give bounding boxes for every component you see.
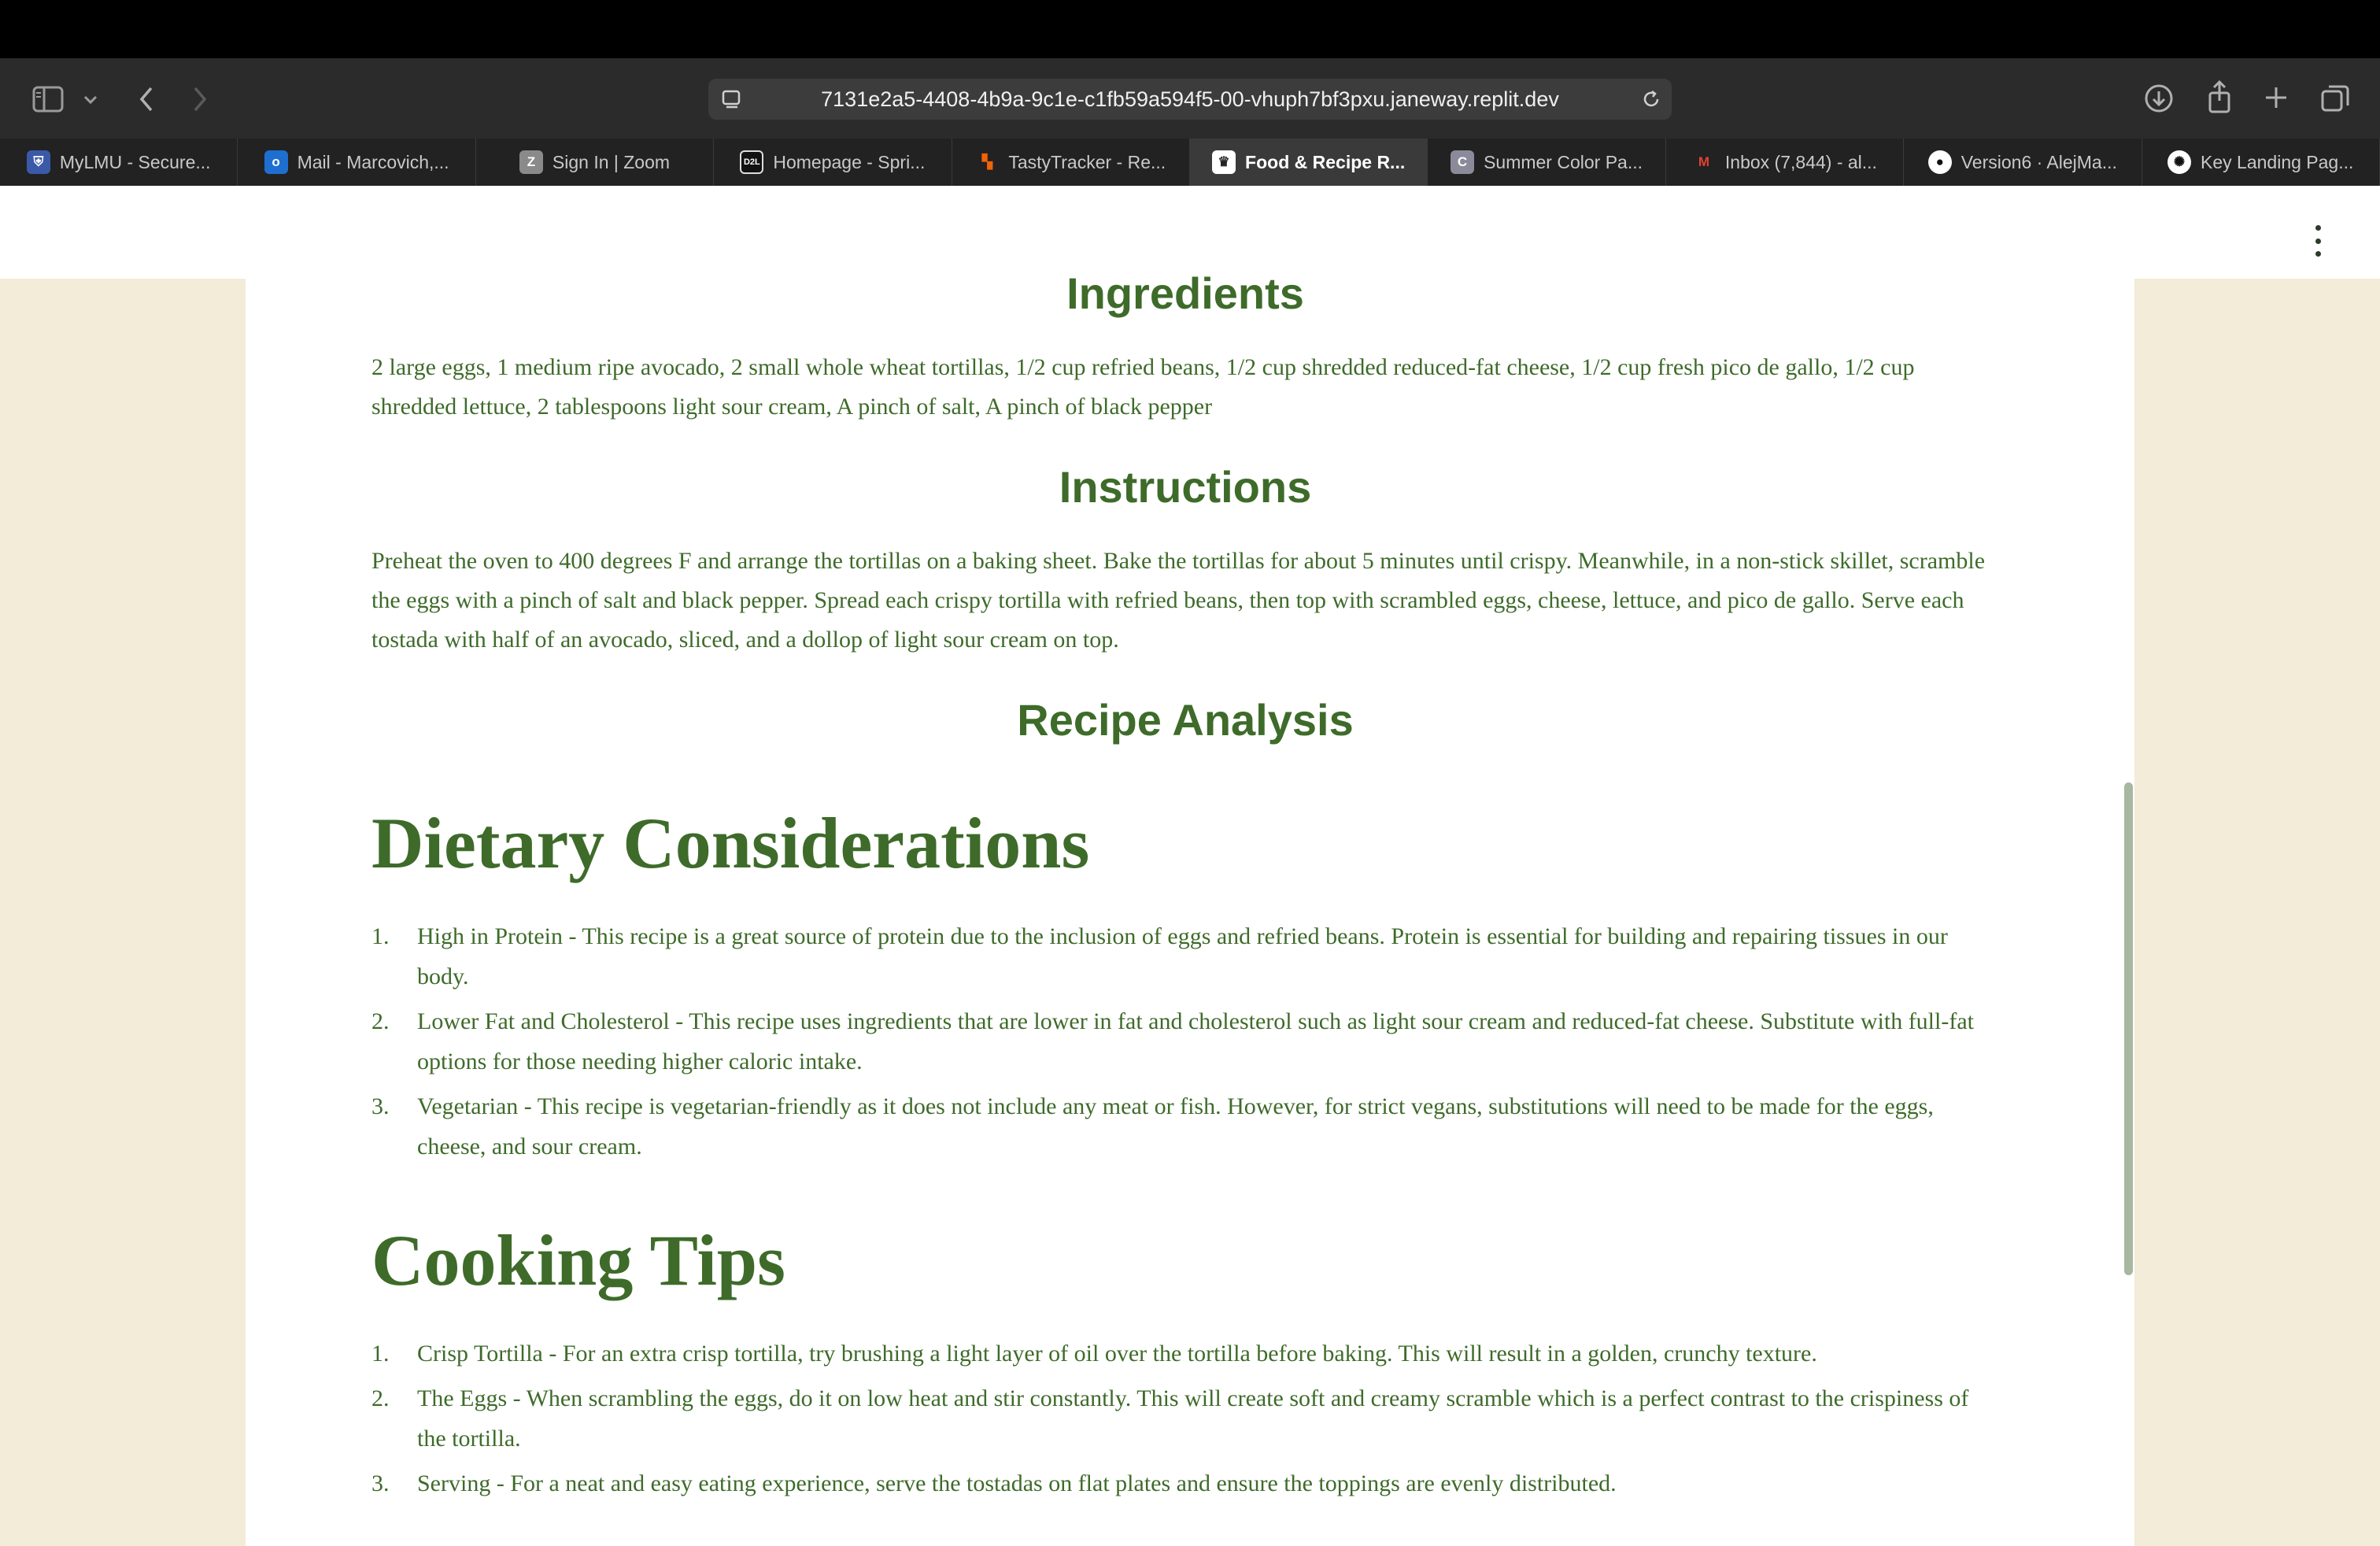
ingredients-text: 2 large eggs, 1 medium ripe avocado, 2 s… xyxy=(371,354,1915,420)
more-options-icon[interactable] xyxy=(2306,225,2330,257)
sidebar-toggle-icon[interactable] xyxy=(30,83,66,115)
tab-food-recipe[interactable]: ♛ Food & Recipe R... xyxy=(1189,139,1428,186)
list-text: Crisp Tortilla - For an extra crisp tort… xyxy=(417,1341,1817,1367)
address-bar[interactable]: 7131e2a5-4408-4b9a-9c1e-c1fb59a594f5-00-… xyxy=(708,79,1672,120)
d2l-icon: D2L xyxy=(740,150,764,174)
tab-label: MyLMU - Secure... xyxy=(59,151,211,172)
cooking-tips-list: 1. Crisp Tortilla - For an extra crisp to… xyxy=(371,1333,1999,1503)
tab-label: Inbox (7,844) - al... xyxy=(1724,151,1877,172)
ingredients-heading: Ingredients xyxy=(1066,268,1304,318)
tab-label: Key Landing Pag... xyxy=(2201,151,2354,172)
list-number: 3. xyxy=(371,1093,390,1119)
tab-label: Sign In | Zoom xyxy=(552,151,671,172)
tab-summer-color[interactable]: C Summer Color Pa... xyxy=(1428,139,1666,186)
share-icon[interactable] xyxy=(2204,79,2235,115)
download-icon[interactable] xyxy=(2142,82,2175,115)
shield-icon: ⛨ xyxy=(26,150,50,174)
list-item: 3. Vegetarian - This recipe is vegetarian… xyxy=(371,1086,1999,1167)
tab-inbox[interactable]: M Inbox (7,844) - al... xyxy=(1666,139,1905,186)
scrollbar-thumb[interactable] xyxy=(2124,782,2133,1275)
tab-label: Homepage - Spri... xyxy=(773,151,926,172)
tab-zoom[interactable]: Z Sign In | Zoom xyxy=(476,139,715,186)
browser-toolbar: 7131e2a5-4408-4b9a-9c1e-c1fb59a594f5-00-… xyxy=(0,58,2380,139)
list-item: 2. Lower Fat and Cholesterol - This recip… xyxy=(371,1001,1999,1082)
list-text: Serving - For a neat and easy eating exp… xyxy=(417,1470,1617,1496)
list-number: 1. xyxy=(371,1341,390,1367)
list-item: 1. High in Protein - This recipe is a gre… xyxy=(371,916,1999,997)
list-number: 2. xyxy=(371,1385,390,1411)
chevron-down-icon[interactable] xyxy=(80,90,101,110)
list-number: 1. xyxy=(371,923,390,949)
tab-tastytracker[interactable]: ▚ TastyTracker - Re... xyxy=(952,139,1190,186)
tab-mail[interactable]: o Mail - Marcovich,... xyxy=(238,139,476,186)
dietary-considerations-heading: Dietary Considerations xyxy=(371,803,1090,883)
tab-version6[interactable]: ● Version6 · AlejMa... xyxy=(1904,139,2142,186)
list-number: 3. xyxy=(371,1470,390,1496)
gmail-icon: M xyxy=(1698,154,1709,169)
tab-label: Mail - Marcovich,... xyxy=(297,151,449,172)
tab-label: TastyTracker - Re... xyxy=(1008,151,1166,172)
outlook-icon: o xyxy=(264,150,288,174)
list-text: Vegetarian - This recipe is vegetarian-f… xyxy=(417,1093,1934,1160)
list-text: High in Protein - This recipe is a great… xyxy=(417,923,1948,989)
tab-label: Version6 · AlejMa... xyxy=(1961,151,2117,172)
list-item: 3. Serving - For a neat and easy eating e… xyxy=(371,1463,1999,1503)
instructions-heading: Instructions xyxy=(1059,462,1312,512)
zoom-icon: Z xyxy=(519,150,543,174)
back-icon[interactable] xyxy=(132,83,161,115)
tab-strip: ⛨ MyLMU - Secure... o Mail - Marcovich,...… xyxy=(0,139,2380,186)
page-settings-icon[interactable] xyxy=(719,87,745,112)
tab-overview-icon[interactable] xyxy=(2319,82,2352,115)
page-viewport: Ingredients 2 large eggs, 1 medium ripe … xyxy=(0,186,2380,1546)
replit-icon: ▚ xyxy=(981,154,992,169)
recipe-analysis-heading: Recipe Analysis xyxy=(1017,695,1354,745)
app-header xyxy=(0,186,2380,279)
tab-label: Summer Color Pa... xyxy=(1484,151,1643,172)
openai-icon: ✺ xyxy=(2168,150,2192,174)
url-text[interactable]: 7131e2a5-4408-4b9a-9c1e-c1fb59a594f5-00-… xyxy=(821,87,1559,112)
tab-homepage[interactable]: D2L Homepage - Spri... xyxy=(714,139,952,186)
coolors-icon: C xyxy=(1451,150,1475,174)
cooking-tips-heading: Cooking Tips xyxy=(371,1220,785,1300)
reload-icon[interactable] xyxy=(1639,87,1664,112)
new-tab-icon[interactable] xyxy=(2260,82,2292,113)
list-text: Lower Fat and Cholesterol - This recipe … xyxy=(417,1008,1974,1074)
instructions-text: Preheat the oven to 400 degrees F and ar… xyxy=(371,548,1986,653)
github-icon: ● xyxy=(1927,150,1952,174)
tab-key-landing[interactable]: ✺ Key Landing Pag... xyxy=(2142,139,2380,186)
system-menubar xyxy=(0,0,2380,58)
dietary-list: 1. High in Protein - This recipe is a gre… xyxy=(371,916,1999,1167)
forward-icon[interactable] xyxy=(186,83,214,115)
list-item: 1. Crisp Tortilla - For an extra crisp to… xyxy=(371,1333,1999,1374)
list-item: 2. The Eggs - When scrambling the eggs, d… xyxy=(371,1378,1999,1459)
list-text: The Eggs - When scrambling the eggs, do … xyxy=(417,1385,1969,1452)
tab-label: Food & Recipe R... xyxy=(1245,151,1406,172)
tab-mylmu[interactable]: ⛨ MyLMU - Secure... xyxy=(0,139,238,186)
crown-icon: ♛ xyxy=(1212,150,1236,174)
list-number: 2. xyxy=(371,1008,390,1034)
